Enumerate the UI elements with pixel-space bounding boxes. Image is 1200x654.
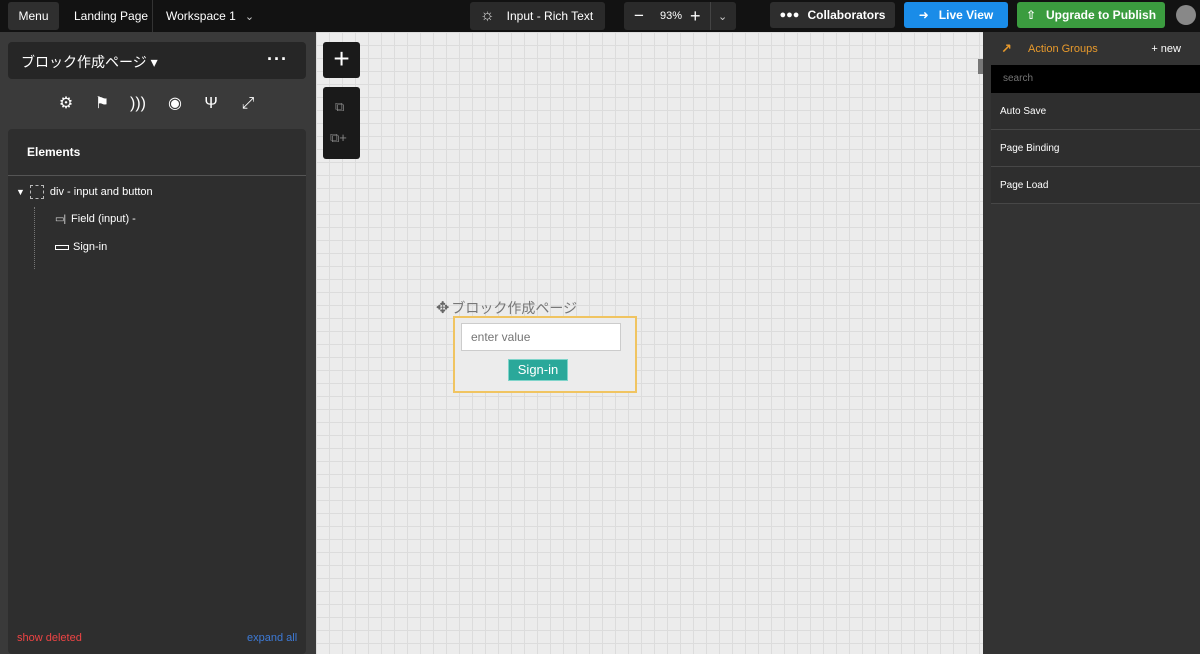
- canvas-tools: ⧉ ⧉+: [323, 87, 360, 159]
- upgrade-button[interactable]: ⇧ Upgrade to Publish: [1017, 2, 1165, 28]
- expand-all-link[interactable]: expand all: [247, 632, 297, 644]
- zoom-control: − 93% + ⌄: [624, 2, 736, 30]
- workspace-selector[interactable]: Workspace 1 ⌄: [152, 0, 254, 32]
- tree-item-div[interactable]: ▼ div - input and button: [16, 185, 153, 199]
- chevron-down-icon: ⌄: [244, 10, 255, 23]
- tree-item-label: Field (input) -: [71, 213, 136, 225]
- resize-icon[interactable]: ⤢: [236, 92, 260, 116]
- zoom-out-button[interactable]: −: [634, 6, 644, 26]
- selected-block[interactable]: Sign-in: [453, 316, 637, 393]
- zoom-divider: [710, 2, 711, 30]
- element-type-indicator[interactable]: ☼ Input - Rich Text: [470, 2, 605, 30]
- landing-page-tab[interactable]: Landing Page: [74, 0, 148, 32]
- sign-in-button[interactable]: Sign-in: [508, 359, 568, 381]
- action-groups-icon: ↗: [1001, 41, 1012, 56]
- avatar[interactable]: [1176, 5, 1196, 25]
- left-panel: ブロック作成ページ ▾ ··· ⚙ ⚑ ))) ◉ Ψ ⤢ Elements ▼…: [0, 32, 316, 654]
- action-search-input[interactable]: [991, 65, 1200, 93]
- wireless-icon[interactable]: ))): [126, 92, 150, 116]
- more-options-icon[interactable]: ···: [267, 49, 288, 70]
- tree-item-sign-in[interactable]: Sign-in: [55, 241, 107, 253]
- div-icon: [29, 185, 44, 199]
- block-label-text: ブロック作成ページ: [451, 300, 578, 316]
- usb-icon[interactable]: Ψ: [199, 92, 223, 116]
- collaborators-button[interactable]: ●●● Collaborators: [770, 2, 895, 28]
- move-icon[interactable]: ✥: [436, 298, 449, 318]
- paste-add-icon[interactable]: ⧉+: [330, 130, 347, 146]
- tree-connector: [34, 207, 35, 269]
- workspace-label: Workspace 1: [166, 9, 236, 23]
- show-deleted-link[interactable]: show deleted: [17, 632, 82, 644]
- lightning-icon: ➜: [918, 8, 929, 22]
- element-type-label: Input - Rich Text: [506, 9, 594, 23]
- new-action-group-button[interactable]: + new: [1151, 43, 1181, 55]
- action-groups-title: Action Groups: [1028, 43, 1098, 55]
- action-groups-header: ↗ Action Groups + new: [991, 32, 1200, 65]
- live-view-label: Live View: [938, 8, 994, 22]
- design-canvas[interactable]: + ⧉ ⧉+ ✥ ブロック作成ページ Sign-in: [316, 32, 983, 654]
- menu-button[interactable]: Menu: [8, 2, 59, 30]
- caret-down-icon[interactable]: ▼: [16, 187, 25, 197]
- live-view-button[interactable]: ➜ Live View: [904, 2, 1008, 28]
- scrollbar-handle[interactable]: [978, 59, 983, 74]
- tree-item-label: div - input and button: [49, 186, 153, 198]
- divider: [8, 175, 306, 176]
- elements-title: Elements: [27, 145, 81, 159]
- landing-page-label: Landing Page: [74, 9, 149, 23]
- panel-toolbar: ⚙ ⚑ ))) ◉ Ψ ⤢: [0, 92, 316, 116]
- button-icon: [55, 244, 69, 250]
- action-group-item[interactable]: Page Load: [991, 167, 1200, 204]
- tree-item-field[interactable]: ▭| Field (input) -: [55, 213, 136, 225]
- action-group-item[interactable]: Auto Save: [991, 93, 1200, 130]
- action-group-item[interactable]: Page Binding: [991, 130, 1200, 167]
- palette-icon[interactable]: ◉: [163, 92, 187, 116]
- users-icon: ●●●: [779, 9, 800, 21]
- brightness-icon: ☼: [480, 7, 495, 24]
- top-bar: Menu Landing Page Workspace 1 ⌄ ☼ Input …: [0, 0, 1200, 32]
- page-selector[interactable]: ブロック作成ページ ▾ ···: [8, 42, 306, 79]
- enter-value-input[interactable]: [461, 323, 621, 351]
- key-icon[interactable]: ⚑: [90, 92, 114, 116]
- zoom-dropdown-chevron-icon[interactable]: ⌄: [718, 10, 727, 23]
- input-field-icon: ▭|: [55, 213, 66, 225]
- elements-panel: Elements ▼ div - input and button ▭| Fie…: [8, 129, 306, 654]
- zoom-value: 93%: [660, 10, 683, 22]
- collaborators-label: Collaborators: [807, 8, 886, 22]
- paste-icon[interactable]: ⧉: [335, 99, 344, 115]
- rocket-icon: ⇧: [1025, 8, 1037, 22]
- upgrade-label: Upgrade to Publish: [1046, 8, 1157, 22]
- tree-item-label: Sign-in: [73, 241, 108, 253]
- menu-button-label: Menu: [18, 9, 49, 23]
- block-label[interactable]: ✥ ブロック作成ページ: [436, 298, 577, 318]
- gear-icon[interactable]: ⚙: [54, 92, 78, 116]
- add-element-button[interactable]: +: [323, 42, 360, 78]
- right-panel: ↗ Action Groups + new Auto Save Page Bin…: [978, 32, 1200, 654]
- page-name: ブロック作成ページ ▾: [21, 54, 158, 70]
- zoom-in-button[interactable]: +: [690, 6, 701, 27]
